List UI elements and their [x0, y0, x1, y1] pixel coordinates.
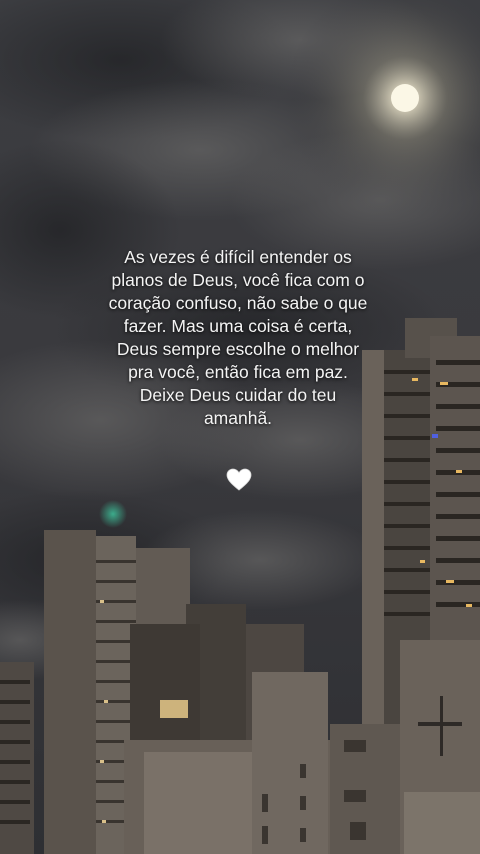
- quote-line: Deus sempre escolhe o melhor: [116, 339, 360, 359]
- quote-line: coração confuso, não sabe o que: [108, 293, 368, 313]
- quote-line: As vezes é difícil entender os: [124, 247, 352, 267]
- white-heart-icon: [226, 468, 252, 491]
- quote-line: amanhã.: [203, 408, 273, 428]
- quote-line: pra você, então fica em paz.: [128, 362, 348, 382]
- quote-line: planos de Deus, você fica com o: [111, 270, 365, 290]
- inspirational-quote: As vezes é difícil entender os planos de…: [80, 246, 396, 430]
- quote-line: Deixe Deus cuidar do teu: [139, 385, 337, 405]
- quote-line: fazer. Mas uma coisa é certa,: [123, 316, 353, 336]
